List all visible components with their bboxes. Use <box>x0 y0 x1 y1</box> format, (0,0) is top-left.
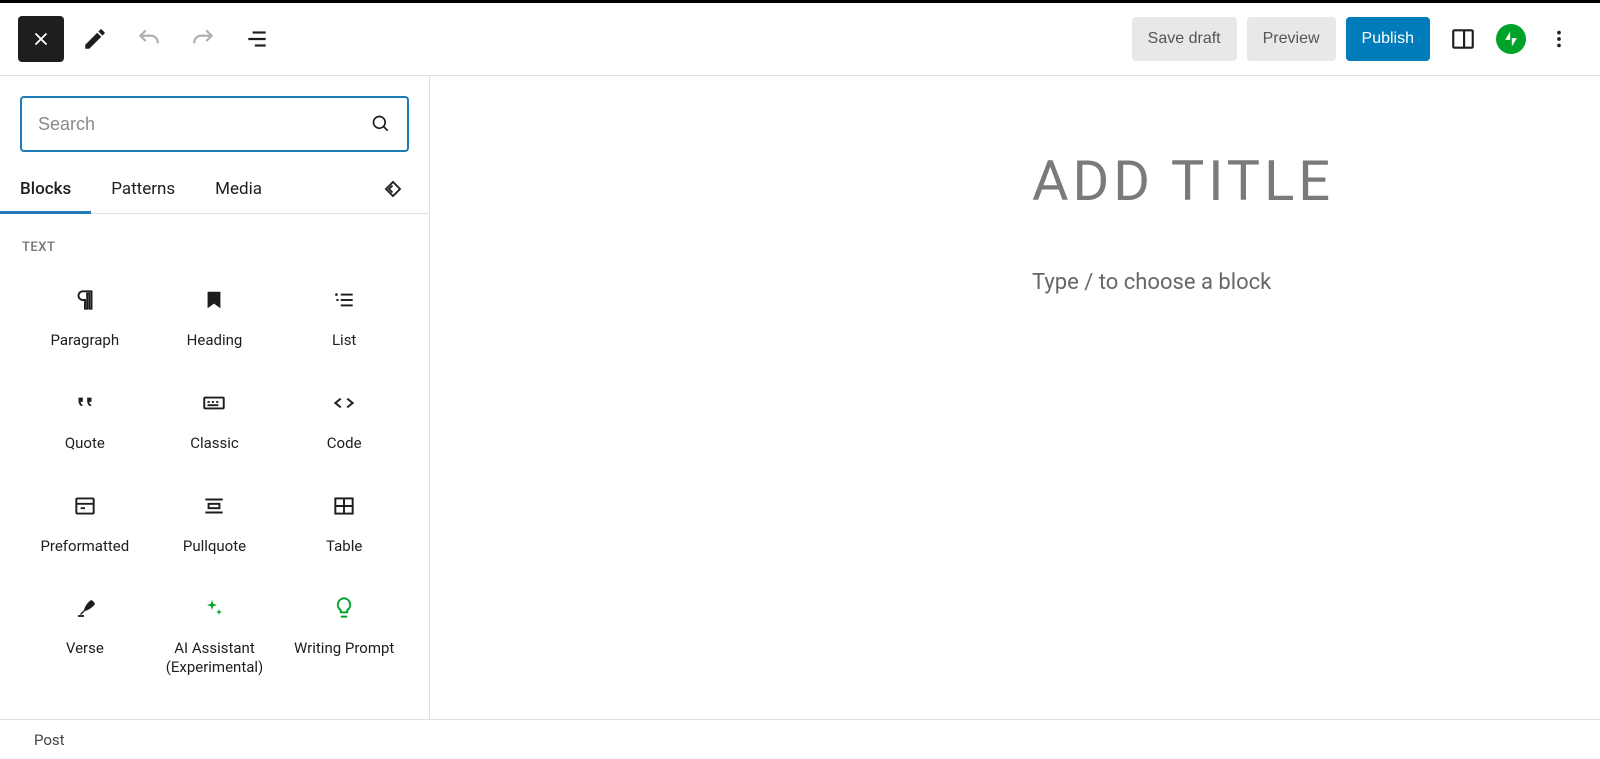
redo-icon <box>190 26 216 52</box>
ai-icon <box>202 593 226 623</box>
block-grid: Paragraph Heading List Quote Classic Code Pref… <box>20 263 409 693</box>
close-inserter-button[interactable] <box>18 16 64 62</box>
block-item-label: Classic <box>190 434 239 453</box>
block-item-verse[interactable]: Verse <box>20 571 150 693</box>
block-item-table[interactable]: Table <box>279 469 409 572</box>
prompt-icon <box>331 593 357 623</box>
more-vertical-icon <box>1548 28 1570 50</box>
redo-button[interactable] <box>180 16 226 62</box>
preview-button[interactable]: Preview <box>1247 17 1336 61</box>
block-item-label: Pullquote <box>183 537 246 556</box>
block-item-label: Table <box>326 537 362 556</box>
block-item-label: AI Assistant (Experimental) <box>156 639 274 677</box>
tab-media[interactable]: Media <box>195 164 282 213</box>
classic-icon <box>201 388 227 418</box>
settings-sidebar-toggle[interactable] <box>1440 16 1486 62</box>
inserter-tabs: Blocks Patterns Media <box>0 164 429 214</box>
tab-patterns[interactable]: Patterns <box>91 164 195 213</box>
search-icon <box>371 114 391 134</box>
block-item-label: Heading <box>187 331 243 350</box>
search-input[interactable] <box>38 114 371 135</box>
heading-icon <box>203 285 225 315</box>
detach-panel-button[interactable] <box>381 177 411 201</box>
top-toolbar-left <box>18 16 1132 62</box>
block-item-label: Preformatted <box>40 537 129 556</box>
block-item-label: List <box>332 331 356 350</box>
block-item-label: Writing Prompt <box>294 639 394 658</box>
paragraph-placeholder[interactable]: Type / to choose a block <box>1032 270 1271 295</box>
close-icon <box>30 28 52 50</box>
paragraph-icon <box>72 285 98 315</box>
block-item-label: Quote <box>65 434 105 453</box>
block-inserter-panel: Blocks Patterns Media TEXT Paragraph Head… <box>0 76 430 719</box>
jetpack-icon <box>1501 29 1521 49</box>
editor-canvas[interactable]: ADD TITLE Type / to choose a block <box>430 76 1600 719</box>
undo-button[interactable] <box>126 16 172 62</box>
block-item-prompt[interactable]: Writing Prompt <box>279 571 409 693</box>
block-item-preformatted[interactable]: Preformatted <box>20 469 150 572</box>
document-outline-button[interactable] <box>234 16 280 62</box>
section-title-text: TEXT <box>22 240 409 255</box>
block-item-code[interactable]: Code <box>279 366 409 469</box>
block-item-label: Code <box>327 434 362 453</box>
table-icon <box>331 491 357 521</box>
block-item-list[interactable]: List <box>279 263 409 366</box>
search-field[interactable] <box>20 96 409 152</box>
block-item-quote[interactable]: Quote <box>20 366 150 469</box>
breadcrumb-footer: Post <box>0 719 1600 759</box>
top-toolbar: Save draft Preview Publish <box>0 3 1600 76</box>
main-area: Blocks Patterns Media TEXT Paragraph Head… <box>0 76 1600 719</box>
block-item-heading[interactable]: Heading <box>150 263 280 366</box>
chevron-double-icon <box>381 177 405 201</box>
block-item-label: Verse <box>66 639 104 658</box>
undo-icon <box>136 26 162 52</box>
pencil-icon <box>82 26 108 52</box>
block-item-ai[interactable]: AI Assistant (Experimental) <box>150 571 280 693</box>
preformatted-icon <box>72 491 98 521</box>
tab-blocks[interactable]: Blocks <box>0 164 91 213</box>
code-icon <box>331 388 357 418</box>
list-icon <box>331 285 357 315</box>
block-item-label: Paragraph <box>51 331 120 350</box>
block-item-paragraph[interactable]: Paragraph <box>20 263 150 366</box>
search-wrap <box>0 76 429 164</box>
top-toolbar-right: Save draft Preview Publish <box>1132 16 1582 62</box>
document-outline-icon <box>244 26 270 52</box>
post-title-placeholder[interactable]: ADD TITLE <box>1032 148 1334 214</box>
more-options-button[interactable] <box>1536 16 1582 62</box>
jetpack-button[interactable] <box>1496 24 1526 54</box>
block-item-pullquote[interactable]: Pullquote <box>150 469 280 572</box>
inserter-body: TEXT Paragraph Heading List Quote Classic Cod… <box>0 214 429 719</box>
verse-icon <box>73 593 97 623</box>
breadcrumb-item[interactable]: Post <box>34 731 65 749</box>
publish-button[interactable]: Publish <box>1346 17 1430 61</box>
save-draft-button[interactable]: Save draft <box>1132 17 1237 61</box>
quote-icon <box>72 388 98 418</box>
edit-tool-button[interactable] <box>72 16 118 62</box>
sidebar-icon <box>1450 26 1476 52</box>
pullquote-icon <box>201 491 227 521</box>
block-item-classic[interactable]: Classic <box>150 366 280 469</box>
